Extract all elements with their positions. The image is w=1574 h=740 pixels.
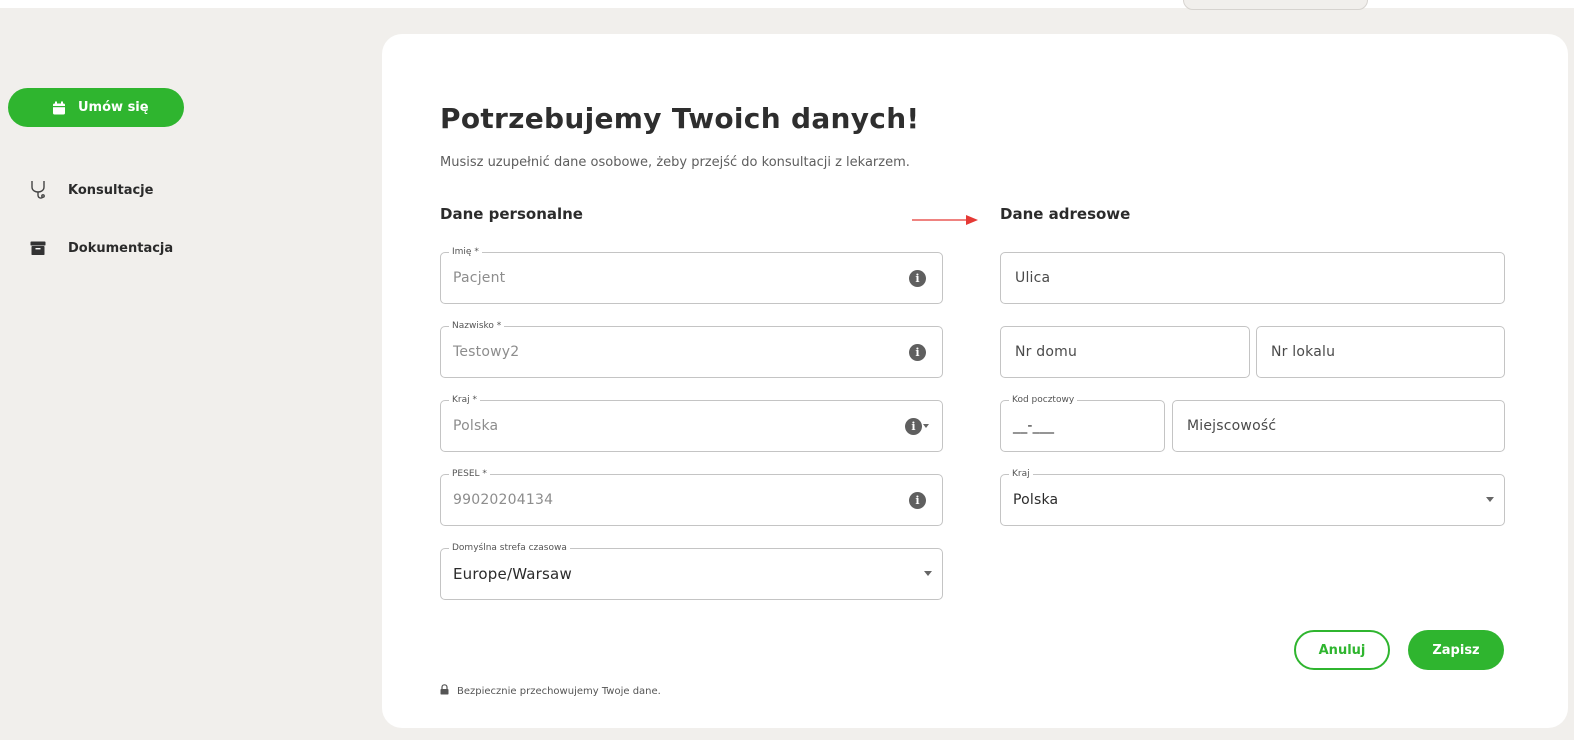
personal-data-header: Dane personalne <box>440 205 583 223</box>
chevron-down-icon <box>1486 497 1494 502</box>
top-header-control[interactable] <box>1183 0 1368 10</box>
sidebar-item-consultations[interactable]: Konsultacje <box>30 180 153 200</box>
street-input[interactable]: Ulica <box>1000 252 1505 304</box>
security-note-text: Bezpiecznie przechowujemy Twoje dane. <box>457 685 661 697</box>
archive-icon <box>30 240 46 256</box>
page-title: Potrzebujemy Twoich danych! <box>440 102 920 135</box>
city-input[interactable]: Miejscowość <box>1172 400 1505 452</box>
address-country-value: Polska <box>1013 492 1059 508</box>
postal-code-input[interactable]: Kod pocztowy __-___ <box>1000 394 1165 452</box>
save-button[interactable]: Zapisz <box>1408 630 1504 670</box>
security-note: Bezpiecznie przechowujemy Twoje dane. <box>440 684 661 698</box>
postal-code-mask: __-___ <box>1013 418 1055 434</box>
info-icon[interactable]: i <box>909 270 926 287</box>
book-appointment-label: Umów się <box>78 100 149 115</box>
info-icon[interactable]: i <box>905 418 922 435</box>
stethoscope-icon <box>30 180 46 200</box>
house-number-placeholder: Nr domu <box>1015 344 1078 360</box>
personal-data-form: Potrzebujemy Twoich danych! Musisz uzupe… <box>382 34 1568 728</box>
pesel-field[interactable]: PESEL * 99020204134 i <box>440 468 943 526</box>
sidebar-item-label: Dokumentacja <box>68 240 174 256</box>
timezone-value: Europe/Warsaw <box>453 565 572 583</box>
street-placeholder: Ulica <box>1015 270 1051 286</box>
flat-number-input[interactable]: Nr lokalu <box>1256 326 1505 378</box>
last-name-value: Testowy2 <box>453 344 520 360</box>
page-subtitle: Musisz uzupełnić dane osobowe, żeby prze… <box>440 155 910 170</box>
sidebar-item-label: Konsultacje <box>68 182 154 198</box>
chevron-down-icon <box>923 424 929 428</box>
book-appointment-button[interactable]: Umów się <box>8 88 184 127</box>
house-number-input[interactable]: Nr domu <box>1000 326 1250 378</box>
timezone-select[interactable]: Domyślna strefa czasowa Europe/Warsaw <box>440 542 943 600</box>
sidebar-item-documentation[interactable]: Dokumentacja <box>30 240 173 256</box>
country-value: Polska <box>453 418 499 434</box>
info-icon[interactable]: i <box>909 492 926 509</box>
address-country-select[interactable]: Kraj Polska <box>1000 468 1505 526</box>
country-select[interactable]: Kraj * Polska i <box>440 394 943 452</box>
address-data-header: Dane adresowe <box>1000 205 1131 223</box>
chevron-down-icon <box>924 571 932 576</box>
last-name-field[interactable]: Nazwisko * Testowy2 i <box>440 320 943 378</box>
calendar-icon <box>52 101 66 115</box>
first-name-field[interactable]: Imię * Pacjent i <box>440 246 943 304</box>
flat-number-placeholder: Nr lokalu <box>1271 344 1336 360</box>
city-placeholder: Miejscowość <box>1187 418 1277 434</box>
pesel-value: 99020204134 <box>453 492 554 508</box>
sidebar: Umów się Konsultacje Dokumentacja <box>0 0 380 740</box>
info-icon[interactable]: i <box>909 344 926 361</box>
lock-icon <box>440 684 449 698</box>
first-name-value: Pacjent <box>453 270 506 286</box>
cancel-button[interactable]: Anuluj <box>1294 630 1390 670</box>
red-arrow-annotation <box>912 215 978 225</box>
